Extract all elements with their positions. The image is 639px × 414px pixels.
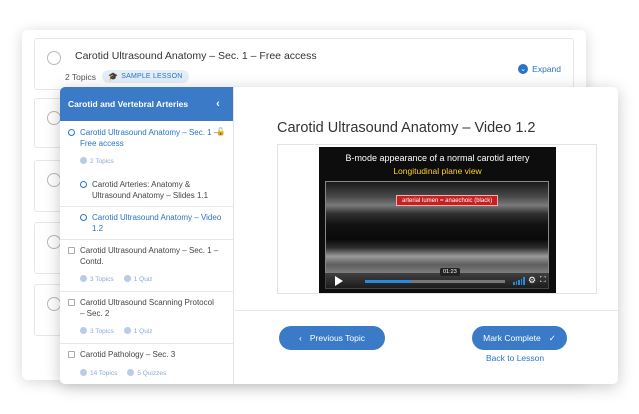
sidebar-item-lesson[interactable]: Carotid Ultrasound Anatomy – Sec. 1 – Fr… [60,125,233,179]
topics-count: 2 Topics [90,158,114,165]
video-controls: 01:23 ⚙ ⛶ [325,268,549,289]
checkbox-icon [68,299,75,306]
lesson-viewer-card: Carotid and Vertebral Arteries ‹ Carotid… [60,87,618,384]
status-circle-icon [47,235,61,249]
sidebar-item-meta: 3 Topics 1 Quiz [80,327,153,335]
sidebar-item-meta: 14 Topics 5 Quizzes [80,369,166,377]
status-circle-icon [47,173,61,187]
previous-topic-label: Previous Topic [309,333,365,343]
sidebar-divider [60,239,233,240]
sidebar-item-meta: 2 Topics [80,157,114,165]
topic-dot-icon [80,275,87,282]
video-container: B-mode appearance of a normal carotid ar… [277,144,597,294]
topic-dot-icon [80,157,87,164]
sidebar-divider [60,343,233,344]
course-row-title: Carotid Ultrasound Anatomy – Sec. 1 – Fr… [75,50,317,62]
video-annotation: arterial lumen = anaechoic (black) [396,195,499,206]
expand-button[interactable]: ⌄ Expand [518,64,561,74]
video-heading: B-mode appearance of a normal carotid ar… [345,153,530,163]
sidebar-course-title: Carotid and Vertebral Arteries [68,99,189,109]
progress-ring-icon [80,181,87,188]
sidebar-item-label: Carotid Ultrasound Anatomy – Sec. 1 – Co… [80,246,219,266]
fullscreen-icon[interactable]: ⛶ [540,275,546,285]
sample-lesson-label: SAMPLE LESSON [121,73,183,80]
lesson-content: Carotid Ultrasound Anatomy – Video 1.2 B… [235,87,618,384]
topics-count: 3 Topics [90,328,114,335]
sidebar-topic-label: Carotid Arteries: Anatomy & Ultrasound A… [92,180,209,200]
status-circle-icon [47,297,61,311]
status-circle-icon [47,111,61,125]
play-icon[interactable] [335,276,343,286]
mark-complete-label: Mark Complete [483,333,541,343]
topics-count: 14 Topics [90,370,118,377]
content-divider [235,310,618,311]
sidebar-item-label: Carotid Ultrasound Anatomy – Sec. 1 – Fr… [80,128,219,148]
previous-topic-button[interactable]: ‹ Previous Topic [279,326,385,350]
sample-lesson-badge: 🎓 SAMPLE LESSON [102,70,189,83]
gear-icon[interactable]: ⚙ [528,275,536,286]
checkbox-icon [68,247,75,254]
volume-icon[interactable] [513,277,525,285]
quiz-count: 5 Quizzes [137,370,167,377]
checkbox-icon [68,351,75,358]
collapse-sidebar-button[interactable]: ‹ [211,87,225,121]
sidebar-topic-video-active[interactable]: Carotid Ultrasound Anatomy – Video 1.2 [60,211,233,241]
quiz-dot-icon [123,327,131,334]
chevron-left-icon: ‹ [299,333,302,343]
chevron-left-icon: ‹ [216,98,220,110]
quiz-count: 1 Quiz [133,276,153,283]
graduation-cap-icon: 🎓 [108,72,119,81]
sidebar-item-meta: 3 Topics 1 Quiz [80,275,153,283]
chevron-down-icon: ⌄ [518,64,529,74]
video-subheading: Longitudinal plane view [393,166,482,176]
sidebar-item-label: Carotid Ultrasound Scanning Protocol – S… [80,298,214,318]
sidebar-item-label: Carotid Pathology – Sec. 3 [80,350,176,359]
sidebar-divider [60,291,233,292]
progress-ring-icon [80,214,87,221]
sidebar-item-lesson[interactable]: Carotid Ultrasound Scanning Protocol – S… [60,297,233,343]
sidebar-topic-label: Carotid Ultrasound Anatomy – Video 1.2 [92,213,222,233]
quiz-dot-icon [123,275,131,282]
lock-icon: 🔓 [216,127,226,136]
course-row-meta: 2 Topics 🎓 SAMPLE LESSON [65,70,189,83]
quiz-dot-icon [127,369,135,376]
sidebar-divider [60,206,233,207]
topics-count: 2 Topics [65,71,97,82]
expand-label: Expand [532,64,561,74]
sidebar-header: Carotid and Vertebral Arteries ‹ [60,87,233,121]
video-player[interactable]: B-mode appearance of a normal carotid ar… [319,147,556,293]
progress-ring-icon [68,129,75,136]
video-progress-fill [365,280,412,283]
video-scrubber[interactable]: 01:23 [365,268,505,283]
sidebar-topic-slides[interactable]: Carotid Arteries: Anatomy & Ultrasound A… [60,178,233,208]
page-title: Carotid Ultrasound Anatomy – Video 1.2 [277,120,536,136]
video-timestamp: 01:23 [440,268,460,276]
topics-count: 3 Topics [90,276,114,283]
lesson-sidebar: Carotid and Vertebral Arteries ‹ Carotid… [60,87,234,384]
topic-dot-icon [80,369,87,376]
course-row[interactable]: Carotid Ultrasound Anatomy – Sec. 1 – Fr… [34,38,574,90]
mark-complete-button[interactable]: Mark Complete ✓ [472,326,567,350]
sidebar-item-lesson[interactable]: Carotid Ultrasound Anatomy – Sec. 1 – Co… [60,245,233,291]
screenshot-stage: Carotid Ultrasound Anatomy – Sec. 1 – Fr… [0,0,639,414]
checkmark-icon: ✓ [548,332,556,343]
quiz-count: 1 Quiz [133,328,153,335]
status-circle-icon [47,51,61,65]
sidebar-item-lesson[interactable]: Carotid Pathology – Sec. 3 14 Topics 5 Q… [60,349,233,383]
topic-dot-icon [80,327,87,334]
back-to-lesson-link[interactable]: Back to Lesson [486,353,544,363]
